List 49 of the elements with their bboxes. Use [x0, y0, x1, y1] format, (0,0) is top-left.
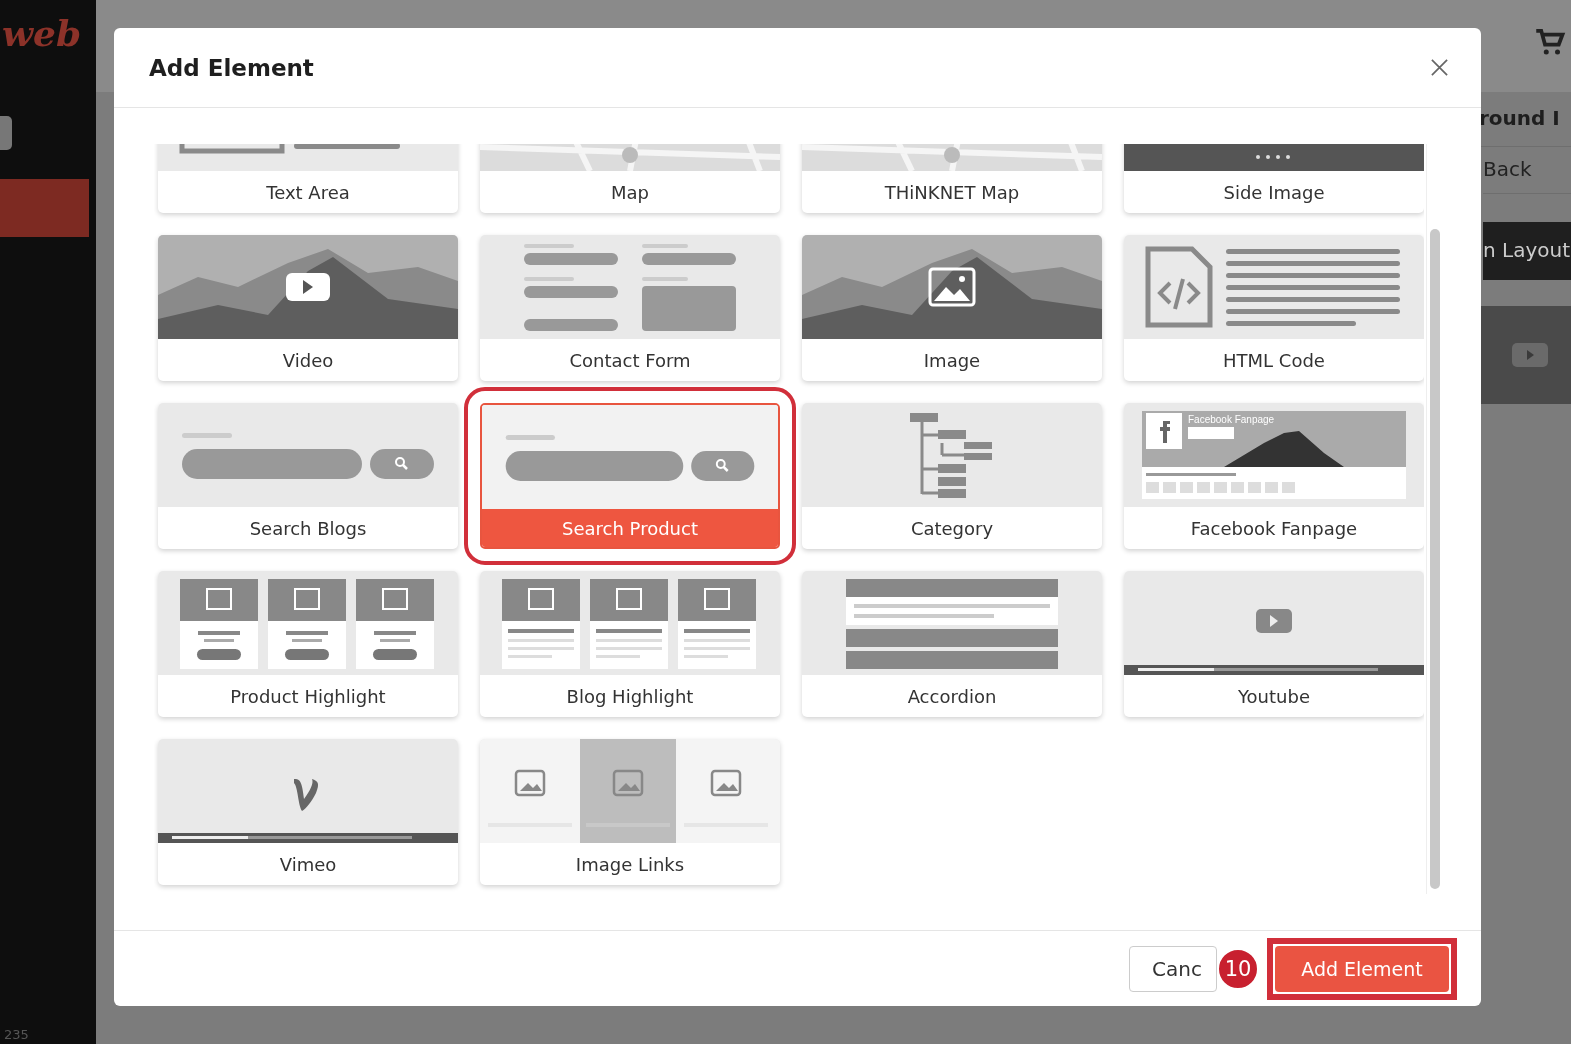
cart-icon[interactable]	[1533, 27, 1567, 57]
add-element-button[interactable]: Add Element	[1275, 945, 1449, 992]
tile-label: THiNKNET Map	[883, 180, 1021, 205]
element-tile[interactable]: Video	[158, 235, 458, 381]
element-tile[interactable]: Search Blogs	[158, 403, 458, 549]
element-tile[interactable]: Side Image	[1124, 144, 1424, 213]
tile-label: Blog Highlight	[565, 684, 695, 709]
tile-label: Search Product	[482, 509, 778, 547]
element-tile[interactable]: HTML Code	[1124, 235, 1424, 381]
element-tile[interactable]: Image	[802, 235, 1102, 381]
element-tile[interactable]: Contact Form	[480, 235, 780, 381]
tile-label: Product Highlight	[229, 684, 387, 709]
tile-label: Vimeo	[278, 852, 338, 877]
tile-label: HTML Code	[1222, 348, 1326, 373]
play-icon	[1512, 343, 1548, 367]
element-tile[interactable]: Image Links	[480, 739, 780, 885]
element-tile[interactable]: Text Area	[158, 144, 458, 213]
element-tile[interactable]: THiNKNET Map	[802, 144, 1102, 213]
element-tile[interactable]: Category	[802, 403, 1102, 549]
tile-label: Map	[610, 180, 650, 205]
logo-text: web	[2, 12, 83, 56]
tile-label: Youtube	[1237, 684, 1311, 709]
tile-label: Contact Form	[568, 348, 692, 373]
tile-label: Image Links	[574, 852, 686, 877]
tile-label: Side Image	[1222, 180, 1326, 205]
element-tile[interactable]: Map	[480, 144, 780, 213]
tile-label: Search Blogs	[248, 516, 368, 541]
cancel-button[interactable]: Canc	[1129, 945, 1217, 992]
element-tile[interactable]: Product Highlight	[158, 571, 458, 717]
element-tile[interactable]: Facebook Fanpage Facebook Fanpage	[1124, 403, 1424, 549]
tile-label: Text Area	[265, 180, 351, 205]
element-tile[interactable]: Blog Highlight	[480, 571, 780, 717]
modal-title: Add Element	[149, 54, 314, 81]
layout-button[interactable]: n Layout	[1483, 222, 1571, 280]
tile-label: Video	[281, 348, 335, 373]
sidebar-number: 235	[3, 1027, 30, 1044]
back-link[interactable]: Back	[1483, 147, 1571, 194]
close-icon[interactable]	[1430, 58, 1449, 77]
scrollbar-thumb[interactable]	[1430, 229, 1440, 889]
element-tile[interactable]: Accordion	[802, 571, 1102, 717]
preview-caption: Facebook Fanpage	[1188, 414, 1275, 425]
tile-label: Category	[909, 516, 995, 541]
tile-label: Accordion	[906, 684, 998, 709]
element-tile[interactable]: Vimeo	[158, 739, 458, 885]
element-tile[interactable]: Youtube	[1124, 571, 1424, 717]
sidebar-button[interactable]	[0, 116, 12, 150]
tile-label: Image	[922, 348, 982, 373]
step-badge: 10	[1217, 947, 1259, 990]
tile-label: Facebook Fanpage	[1189, 516, 1359, 541]
